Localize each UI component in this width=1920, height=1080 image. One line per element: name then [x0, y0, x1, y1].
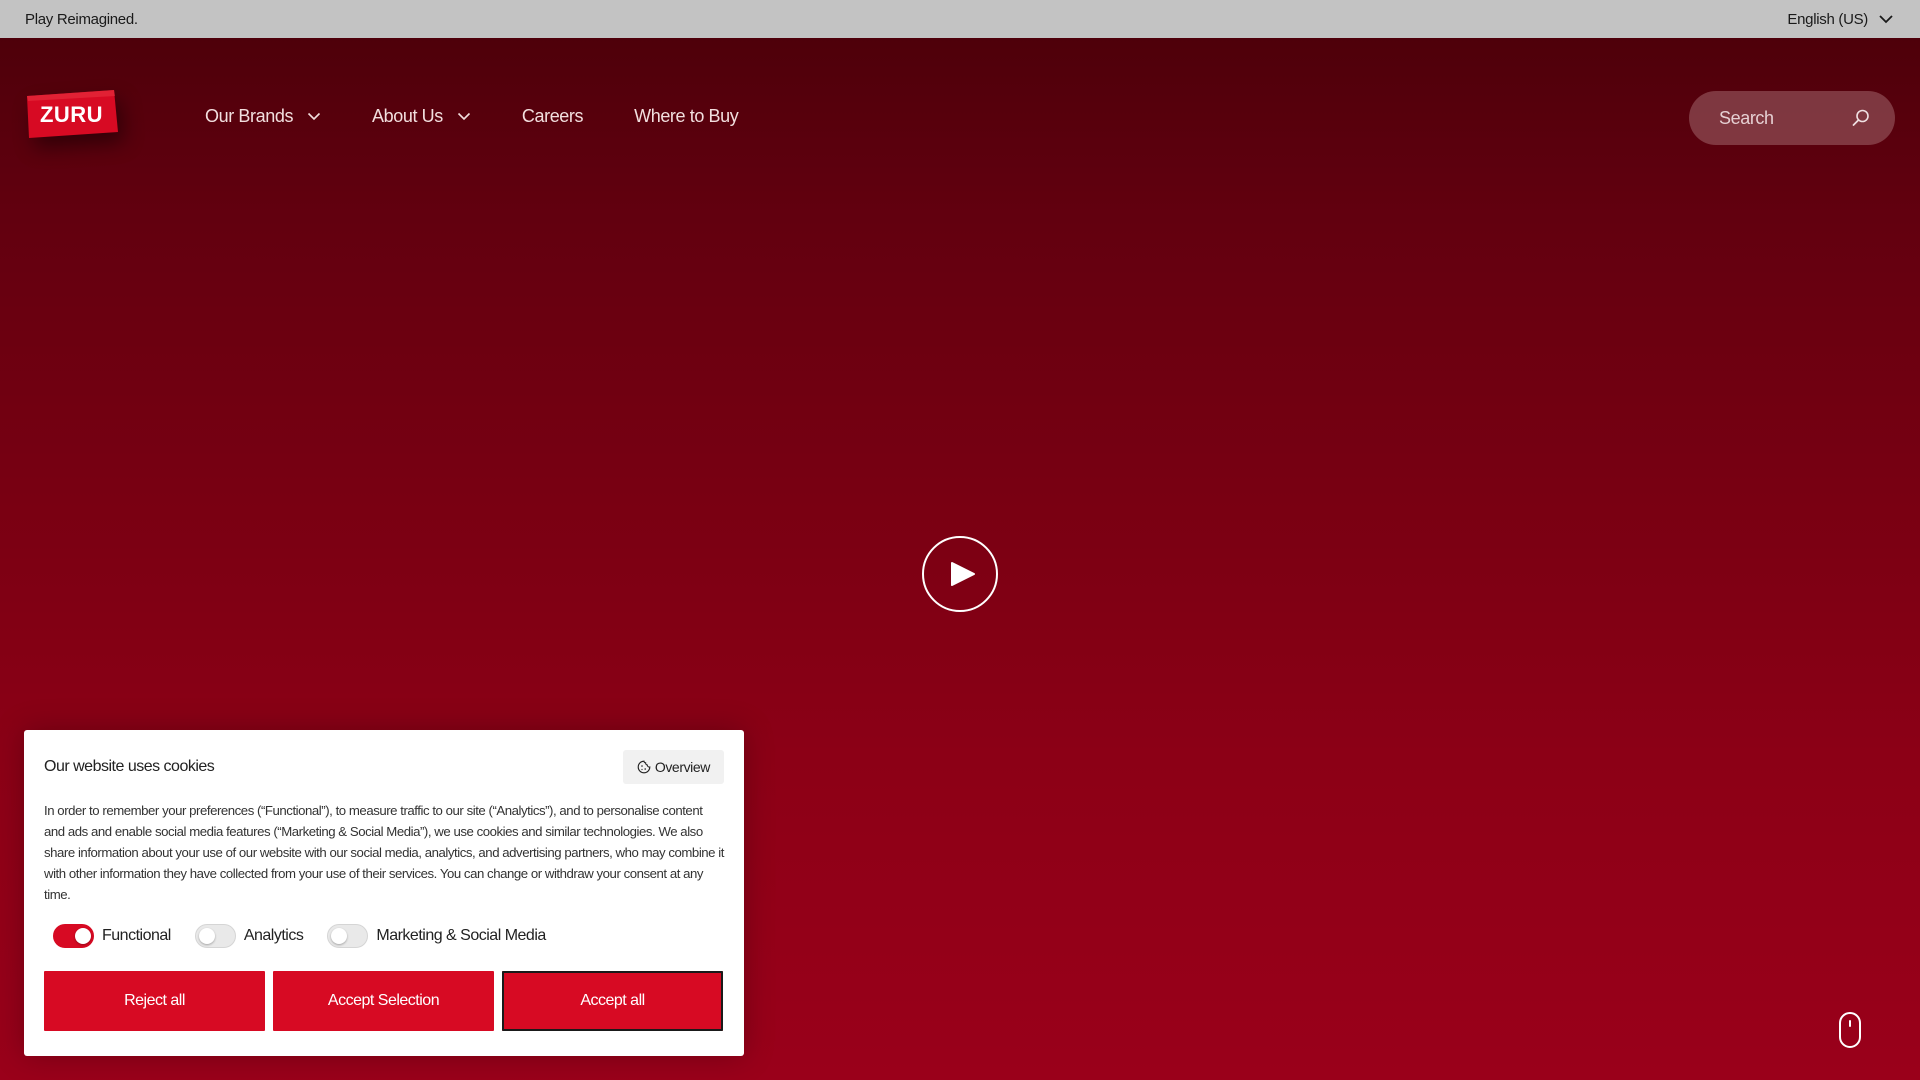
chevron-down-icon: [1879, 15, 1893, 24]
switch-knob: [198, 928, 215, 944]
accept-selection-button[interactable]: Accept Selection: [273, 971, 494, 1031]
nav-about-us[interactable]: About Us: [372, 106, 471, 127]
nav-label: Where to Buy: [634, 106, 739, 126]
site-header: ZURU Our Brands About Us Careers Where t…: [0, 38, 1920, 196]
search-input[interactable]: [1719, 107, 1851, 129]
nav-where-to-buy[interactable]: Where to Buy: [634, 106, 739, 127]
nav-careers[interactable]: Careers: [521, 106, 584, 127]
mouse-wheel: [1849, 1020, 1851, 1027]
chevron-down-icon: [307, 112, 321, 121]
nav-label: Careers: [521, 106, 584, 126]
language-label: English (US): [1787, 10, 1868, 28]
tagline: Play Reimagined.: [25, 10, 138, 28]
play-icon: [950, 562, 975, 586]
chevron-down-icon: [457, 112, 470, 121]
toggle-label: Functional: [102, 927, 171, 944]
mouse-scroll-icon[interactable]: [1839, 1012, 1861, 1048]
toggle-label: Analytics: [243, 927, 304, 944]
main-nav: Our Brands About Us Careers Where to Buy: [205, 106, 739, 127]
cookie-buttons: Reject all Accept Selection Accept all: [44, 971, 724, 1031]
nav-label: About Us: [372, 106, 443, 126]
top-utility-bar: Play Reimagined. English (US): [0, 0, 1920, 38]
nav-our-brands[interactable]: Our Brands: [205, 106, 321, 127]
reject-all-button[interactable]: Reject all: [44, 971, 265, 1031]
search-box: [1689, 91, 1895, 145]
toggle-marketing[interactable]: Marketing & Social Media: [327, 924, 546, 948]
logo-text: ZURU: [39, 102, 104, 127]
cookie-toggles: Functional Analytics Marketing & Social …: [44, 921, 724, 951]
switch-knob: [75, 928, 91, 944]
toggle-label: Marketing & Social Media: [376, 927, 546, 944]
cookie-description: In order to remember your preferences (“…: [44, 803, 724, 902]
overview-label: Overview: [654, 759, 711, 775]
overview-button[interactable]: Overview: [622, 750, 724, 784]
toggle-analytics[interactable]: Analytics: [194, 924, 304, 948]
play-video-button[interactable]: [922, 536, 998, 612]
accept-all-button[interactable]: Accept all: [502, 971, 723, 1031]
marketing-switch[interactable]: [327, 924, 369, 948]
toggle-functional[interactable]: Functional: [53, 924, 171, 948]
switch-knob: [331, 928, 348, 944]
cookie-consent-panel: Our website uses cookies Overview In ord…: [24, 730, 744, 1056]
cookie-icon: [637, 760, 651, 774]
cookie-header: Our website uses cookies Overview: [44, 750, 724, 784]
analytics-switch[interactable]: [194, 924, 236, 948]
zuru-logo[interactable]: ZURU: [25, 90, 118, 138]
functional-switch[interactable]: [53, 924, 94, 948]
nav-label: Our Brands: [205, 106, 294, 126]
search-icon[interactable]: [1851, 108, 1871, 128]
language-selector[interactable]: English (US): [1787, 11, 1894, 28]
cookie-title: Our website uses cookies: [44, 758, 215, 775]
